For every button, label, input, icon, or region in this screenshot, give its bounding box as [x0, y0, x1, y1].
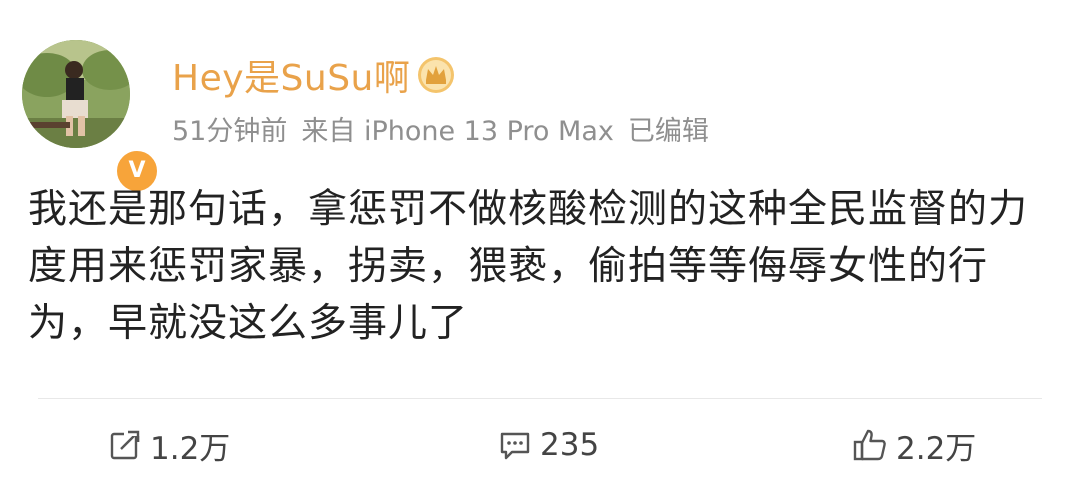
crown-icon[interactable]	[416, 55, 456, 95]
divider	[38, 398, 1042, 399]
repost-count: 1.2万	[150, 430, 231, 467]
edited-label[interactable]: 已编辑	[628, 109, 709, 148]
action-bar: 1.2万 235 2.2万	[0, 420, 1080, 470]
username-row: Hey是SuSu啊	[172, 50, 456, 100]
weibo-post-card: V Hey是SuSu啊 51分钟前 来自 iPhone 13 Pro Max 已…	[0, 0, 1080, 479]
avatar-photo	[22, 40, 130, 148]
post-meta: 51分钟前 来自 iPhone 13 Pro Max 已编辑	[172, 108, 709, 148]
share-icon	[110, 428, 142, 460]
like-button[interactable]: 2.2万	[852, 420, 976, 470]
post-text: 我还是那句话，拿惩罚不做核酸检测的这种全民监督的力度用来惩罚家暴，拐卖，猥亵，偷…	[28, 187, 1029, 346]
post-source[interactable]: 来自 iPhone 13 Pro Max	[301, 109, 613, 148]
like-count: 2.2万	[896, 430, 977, 467]
comment-count: 235	[540, 427, 600, 463]
post-time: 51分钟前	[172, 115, 288, 147]
avatar[interactable]	[22, 40, 130, 148]
avatar-container[interactable]: V	[22, 40, 160, 194]
comment-icon	[500, 432, 530, 460]
thumbs-up-icon	[853, 429, 886, 461]
username[interactable]: Hey是SuSu啊	[172, 49, 410, 101]
comment-button[interactable]: 235	[498, 420, 599, 470]
repost-button[interactable]: 1.2万	[108, 420, 230, 470]
